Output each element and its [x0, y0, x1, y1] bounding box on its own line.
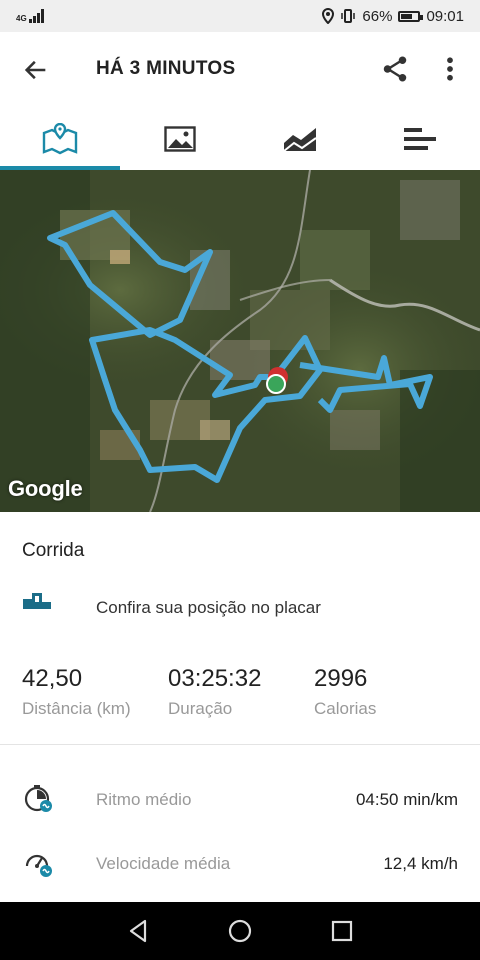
battery-percent: 66% — [362, 7, 393, 25]
satellite-map — [0, 170, 480, 512]
stat-label: Duração — [168, 699, 233, 718]
leaderboard-link[interactable] — [22, 590, 52, 612]
google-logo: Google — [8, 476, 83, 501]
pace-icon — [24, 785, 52, 812]
nav-back-icon[interactable] — [126, 918, 152, 944]
leaderboard-label[interactable]: Confira sua posição no placar — [96, 598, 321, 618]
signal-indicator: 4G — [16, 9, 44, 23]
stat-value: 2996 — [314, 665, 368, 692]
tab-bar — [0, 108, 480, 170]
tab-photos[interactable] — [120, 108, 240, 170]
route-map[interactable]: Google — [0, 170, 480, 512]
avg-speed-label: Velocidade média — [96, 854, 231, 873]
stat-label: Calorias — [314, 699, 377, 718]
activity-type: Corrida — [22, 540, 85, 561]
area-chart-icon — [283, 128, 317, 152]
battery-icon — [398, 10, 424, 22]
nav-recents-icon[interactable] — [329, 918, 355, 944]
bars-list-icon — [404, 128, 436, 150]
status-bar: 4G 66% 09:01 — [0, 0, 480, 32]
signal-bars-icon — [28, 9, 44, 23]
tab-map[interactable] — [0, 108, 120, 170]
app-bar: HÁ 3 MINUTOS — [0, 32, 480, 108]
stat-label: Distância (km) — [22, 699, 131, 718]
stat-calories: 2996 Calorias — [314, 665, 376, 719]
start-marker — [266, 374, 286, 394]
speed-icon — [25, 854, 52, 877]
divider — [0, 744, 480, 745]
nav-home-icon[interactable] — [227, 918, 253, 944]
more-options-icon[interactable] — [440, 54, 460, 84]
podium-icon — [23, 593, 51, 609]
location-icon — [322, 8, 335, 24]
avg-pace-value: 04:50 min/km — [355, 790, 458, 809]
system-nav-bar — [0, 902, 480, 960]
stat-duration: 03:25:32 Duração — [168, 665, 261, 719]
page-title: HÁ 3 MINUTOS — [96, 58, 236, 79]
image-icon — [164, 126, 196, 152]
stat-value: 03:25:32 — [168, 665, 262, 692]
avg-speed-value: 12,4 km/h — [383, 854, 458, 873]
map-icon — [42, 123, 78, 155]
share-icon[interactable] — [380, 54, 410, 84]
stat-distance: 42,50 Distância (km) — [22, 665, 131, 719]
network-type: 4G — [16, 14, 27, 23]
stat-value: 42,50 — [22, 665, 83, 692]
tab-chart[interactable] — [240, 108, 360, 170]
tab-splits[interactable] — [360, 108, 480, 170]
vibrate-icon — [341, 9, 356, 23]
avg-pace-label: Ritmo médio — [96, 790, 192, 809]
back-arrow-icon[interactable] — [22, 56, 50, 84]
clock: 09:01 — [426, 7, 464, 25]
